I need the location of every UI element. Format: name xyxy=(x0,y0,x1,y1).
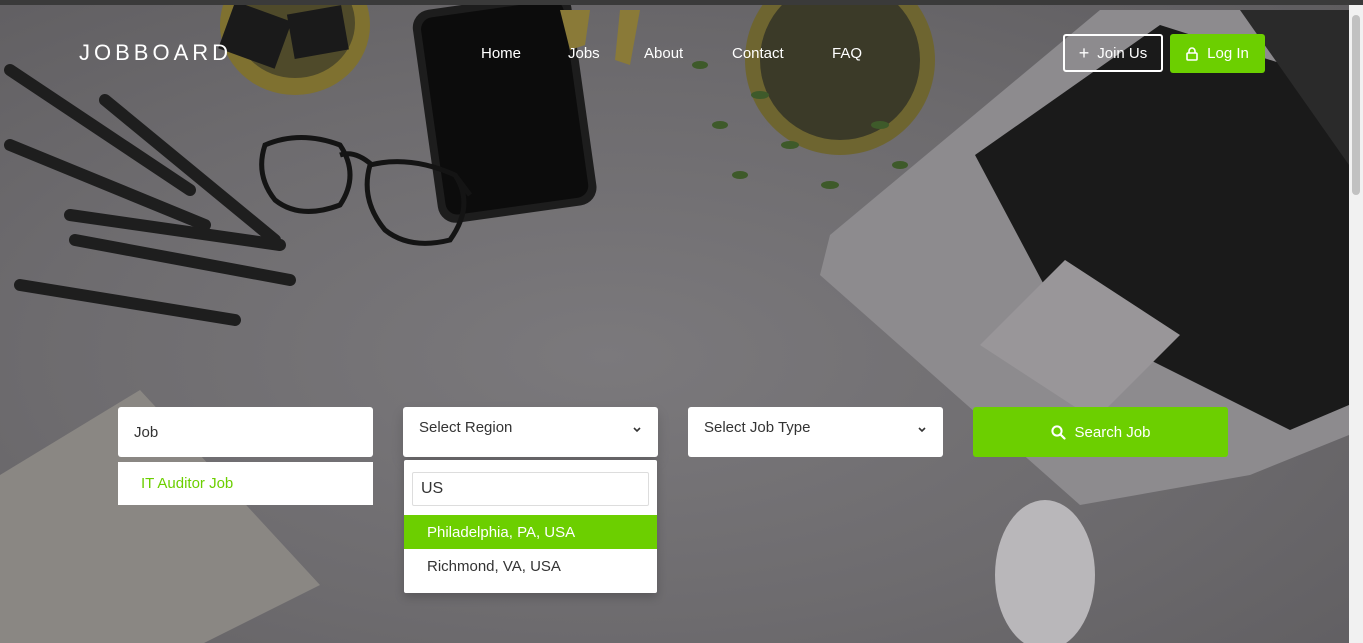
region-option-label: Richmond, VA, USA xyxy=(427,557,561,575)
nav-contact[interactable]: Contact xyxy=(732,45,784,62)
nav-jobs[interactable]: Jobs xyxy=(568,45,600,62)
desk-scene-illustration xyxy=(0,5,1349,643)
job-type-select-label: Select Job Type xyxy=(704,419,811,436)
nav-faq[interactable]: FAQ xyxy=(832,45,862,62)
hero-background xyxy=(0,5,1349,643)
plus-icon: + xyxy=(1078,43,1090,63)
region-option-label: Philadelphia, PA, USA xyxy=(427,523,576,541)
region-select[interactable]: Select Region xyxy=(403,407,658,457)
log-in-label: Log In xyxy=(1207,45,1249,62)
chevron-down-icon xyxy=(633,427,641,433)
job-suggestion-text: IT Auditor Job xyxy=(141,475,234,492)
nav-about[interactable]: About xyxy=(644,45,683,62)
log-in-button[interactable]: Log In xyxy=(1170,34,1265,73)
region-search-value: US xyxy=(421,480,444,497)
site-logo[interactable]: JOBBOARD xyxy=(79,40,232,66)
job-type-select[interactable]: Select Job Type xyxy=(688,407,943,457)
region-option-highlighted[interactable]: Philadelphia, PA, USA xyxy=(404,515,657,549)
job-keyword-input[interactable]: Job xyxy=(118,407,373,457)
chevron-down-icon xyxy=(918,427,926,433)
job-keyword-value: Job xyxy=(134,423,159,441)
search-icon xyxy=(1050,424,1066,440)
region-dropdown: US Philadelphia, PA, USA Richmond, VA, U… xyxy=(404,460,657,593)
nav-home[interactable]: Home xyxy=(481,45,521,62)
region-search-input[interactable]: US xyxy=(412,472,649,506)
scrollbar-thumb[interactable] xyxy=(1352,15,1360,195)
page-scrollbar[interactable] xyxy=(1349,5,1363,643)
job-suggestion-item[interactable]: IT Auditor Job xyxy=(118,462,373,505)
region-select-label: Select Region xyxy=(419,419,513,436)
join-us-button[interactable]: + Join Us xyxy=(1063,34,1163,72)
search-job-label: Search Job xyxy=(1074,423,1151,441)
search-job-button[interactable]: Search Job xyxy=(973,407,1228,457)
region-option[interactable]: Richmond, VA, USA xyxy=(404,549,657,583)
join-us-label: Join Us xyxy=(1097,44,1148,62)
lock-icon xyxy=(1186,46,1198,61)
